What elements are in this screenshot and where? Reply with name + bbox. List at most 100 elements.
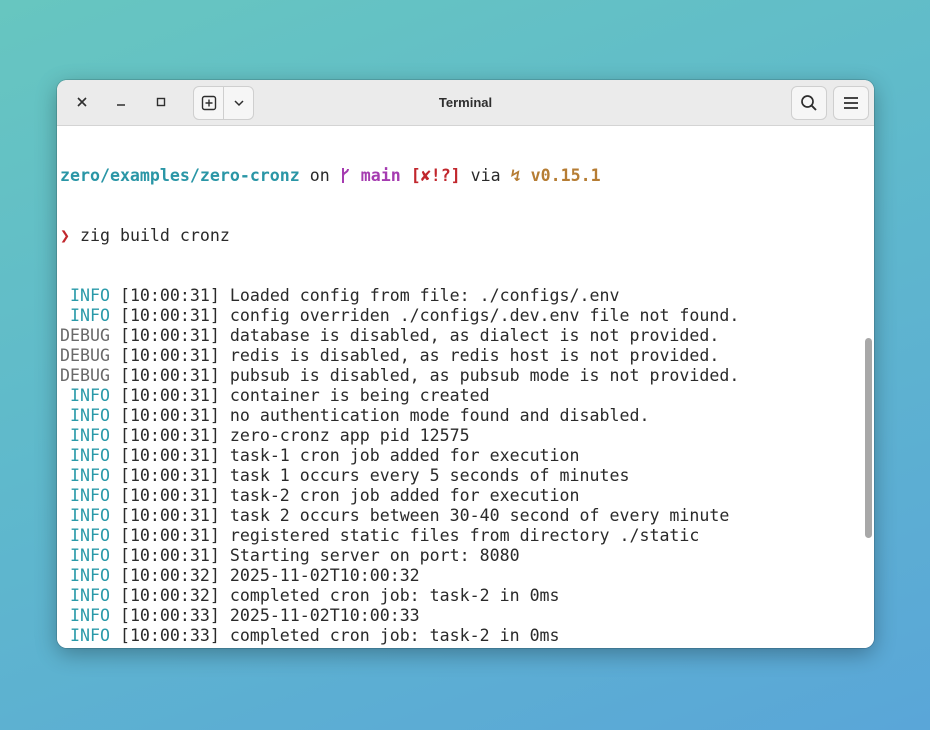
log-message: 2025-11-02T10:00:33	[229, 606, 420, 625]
log-time: [10:00:32]	[119, 566, 220, 585]
log-level: DEBUG	[60, 326, 110, 345]
log-line: INFO [10:00:31] task-2 cron job added fo…	[60, 486, 739, 506]
log-time: [10:00:33]	[119, 606, 220, 625]
log-time: [10:00:31]	[119, 466, 220, 485]
log-level: INFO	[60, 306, 110, 325]
zig-version: v0.15.1	[530, 166, 601, 185]
chevron-down-icon	[233, 100, 244, 107]
log-time: [10:00:31]	[119, 326, 220, 345]
log-level: INFO	[60, 566, 110, 585]
log-message: task-2 cron job added for execution	[229, 486, 580, 505]
prompt-arrow: ❯	[60, 226, 70, 245]
log-message: zero-cronz app pid 12575	[229, 426, 470, 445]
log-message: 2025-11-02T10:00:32	[229, 566, 420, 585]
log-level: INFO	[60, 626, 110, 645]
log-line: INFO [10:00:31] task-1 cron job added fo…	[60, 446, 739, 466]
log-message: Starting server on port: 8080	[229, 546, 520, 565]
terminal-lines: zero/examples/zero-cronz on main [✘!?] v…	[60, 126, 739, 648]
log-time: [10:00:31]	[119, 286, 220, 305]
log-message: task 2 occurs between 30-40 second of ev…	[229, 506, 730, 525]
maximize-button[interactable]	[147, 89, 175, 115]
git-branch: main	[360, 166, 401, 185]
log-line: INFO [10:00:32] completed cron job: task…	[60, 586, 739, 606]
log-time: [10:00:33]	[119, 626, 220, 645]
log-message: task 1 occurs every 5 seconds of minutes	[229, 466, 630, 485]
log-time: [10:00:31]	[119, 306, 220, 325]
vertical-scrollbar[interactable]	[862, 126, 874, 648]
log-time: [10:00:31]	[119, 506, 220, 525]
window-title: Terminal	[438, 95, 493, 110]
log-time: [10:00:31]	[119, 446, 220, 465]
log-level: INFO	[60, 386, 110, 405]
log-line: DEBUG [10:00:31] redis is disabled, as r…	[60, 346, 739, 366]
tab-options-button[interactable]	[223, 87, 253, 119]
log-message: 2025-11-02T10:00:34	[230, 646, 420, 648]
new-tab-group	[193, 86, 254, 120]
new-tab-icon	[201, 95, 216, 111]
log-line: INFO [10:00:33] completed cron job: task…	[60, 626, 739, 646]
log-time: [10:00:31]	[119, 406, 220, 425]
scrollbar-thumb[interactable]	[865, 338, 872, 538]
prompt-on: on	[299, 166, 340, 185]
log-line: INFO [10:00:31] Starting server on port:…	[60, 546, 739, 566]
log-level: INFO	[60, 286, 110, 305]
log-level: DEBUG	[60, 366, 110, 385]
prompt-via: via	[460, 166, 511, 185]
hamburger-menu-icon	[844, 97, 858, 109]
log-line: DEBUG [10:00:31] database is disabled, a…	[60, 326, 739, 346]
log-time: [10:00:31]	[119, 346, 220, 365]
log-time: [10:00:31]	[119, 366, 220, 385]
log-level: DEBUG	[60, 346, 110, 365]
log-line: INFO [10:00:33] 2025-11-02T10:00:33	[60, 606, 739, 626]
log-level: INFO	[60, 646, 110, 648]
log-level: INFO	[60, 466, 110, 485]
close-icon	[77, 97, 87, 107]
log-message: config overriden ./configs/.dev.env file…	[229, 306, 740, 325]
log-line: INFO [10:00:31] task 1 occurs every 5 se…	[60, 466, 739, 486]
log-line: INFO [10:00:31] registered static files …	[60, 526, 739, 546]
maximize-icon	[156, 97, 166, 107]
title-bar: Terminal	[57, 80, 874, 126]
zig-icon: ↯	[510, 166, 521, 185]
search-button[interactable]	[791, 86, 827, 120]
prompt-line: zero/examples/zero-cronz on main [✘!?] v…	[60, 166, 739, 186]
minimize-button[interactable]	[107, 89, 135, 115]
log-time: [10:00:31]	[119, 426, 220, 445]
log-line: INFO [10:00:31] task 2 occurs between 30…	[60, 506, 739, 526]
log-level: INFO	[60, 606, 110, 625]
log-message: database is disabled, as dialect is not …	[229, 326, 720, 345]
log-message: registered static files from directory .…	[229, 526, 700, 545]
log-message: task-1 cron job added for execution	[229, 446, 580, 465]
log-message: redis is disabled, as redis host is not …	[229, 346, 720, 365]
log-line: INFO [10:00:32] 2025-11-02T10:00:32	[60, 566, 739, 586]
log-message: no authentication mode found and disable…	[229, 406, 650, 425]
terminal-output[interactable]: zero/examples/zero-cronz on main [✘!?] v…	[57, 126, 874, 648]
log-line: INFO [10:00:31] config overriden ./confi…	[60, 306, 739, 326]
log-time: [10:00:31]	[119, 546, 220, 565]
log-line: INFO [10:00:31] no authentication mode f…	[60, 406, 739, 426]
log-line: INFO [10:00:31] Loaded config from file:…	[60, 286, 739, 306]
log-line: DEBUG [10:00:31] pubsub is disabled, as …	[60, 366, 739, 386]
log-level: INFO	[60, 586, 110, 605]
log-time: [10:00:31]	[119, 526, 220, 545]
log-message: Loaded config from file: ./configs/.env	[229, 286, 620, 305]
log-level: INFO	[60, 526, 110, 545]
log-level: INFO	[60, 426, 110, 445]
log-message: completed cron job: task-2 in 0ms	[229, 626, 560, 645]
log-level: INFO	[60, 486, 110, 505]
log-time: [10:00:31]	[119, 386, 220, 405]
log-message: container is being created	[229, 386, 490, 405]
minimize-icon	[117, 104, 125, 106]
log-level: INFO	[60, 546, 110, 565]
log-level: INFO	[60, 446, 110, 465]
terminal-window: Terminal zero/examples/zero-cronz on mai…	[57, 80, 874, 648]
log-time: [10:00:34]	[120, 646, 220, 648]
new-tab-button[interactable]	[194, 87, 223, 119]
close-button[interactable]	[68, 89, 96, 115]
prompt-path: zero/examples/zero-cronz	[60, 166, 300, 185]
log-line: INFO [10:00:31] container is being creat…	[60, 386, 739, 406]
main-menu-button[interactable]	[833, 86, 869, 120]
log-level: INFO	[60, 406, 110, 425]
command-text: zig build cronz	[80, 226, 230, 245]
log-line: INFO [10:00:31] zero-cronz app pid 12575	[60, 426, 739, 446]
